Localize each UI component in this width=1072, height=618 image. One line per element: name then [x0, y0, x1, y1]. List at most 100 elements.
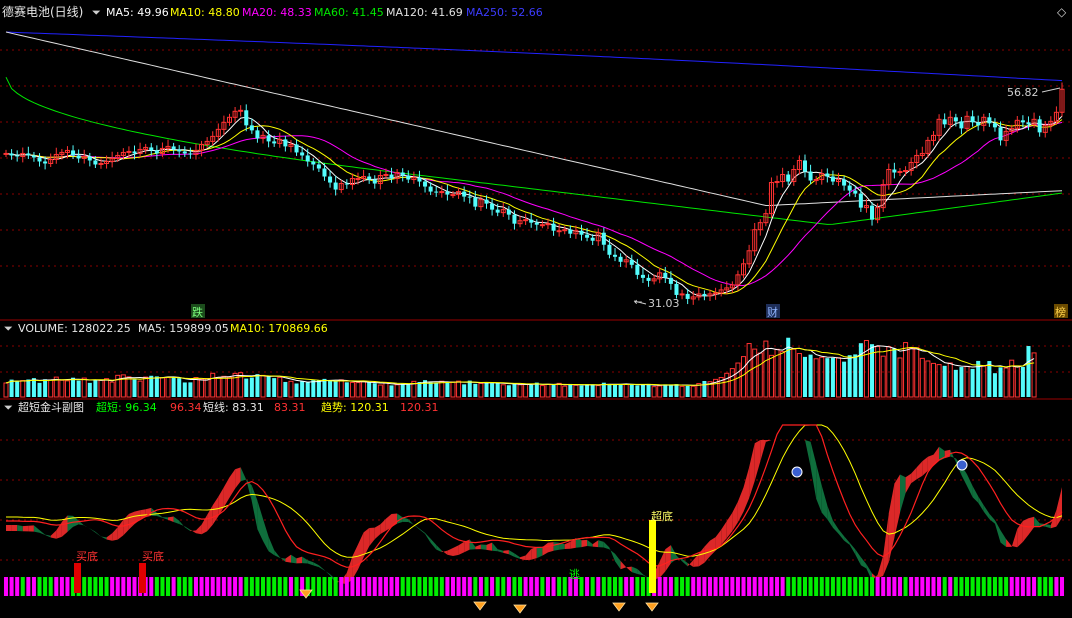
volume-bar — [232, 372, 238, 398]
volume-bar — [970, 368, 975, 397]
state-bar — [1037, 577, 1042, 596]
candle-body — [462, 191, 467, 197]
volume-bar — [880, 355, 886, 398]
state-bar — [266, 577, 271, 596]
indicator-band — [480, 544, 487, 550]
state-bar — [132, 577, 137, 596]
candle-body — [556, 230, 562, 233]
state-bar — [613, 577, 618, 596]
indicator-band — [849, 542, 856, 555]
super-short-legend: 超短: 96.34 — [96, 400, 157, 414]
volume-bar — [635, 385, 640, 397]
volume-bar — [506, 385, 511, 397]
state-bar — [322, 577, 327, 596]
low-price-label: 31.03 — [648, 297, 680, 310]
stock-chart-window[interactable]: 德赛电池(日线) ⏷ MA5: 49.96 MA10: 48.80 MA20: … — [0, 0, 1072, 614]
chevron-down-icon[interactable]: ⏷ — [92, 6, 101, 19]
state-bar — [909, 577, 914, 596]
indicator-band — [508, 550, 515, 557]
state-bar — [685, 577, 690, 596]
candle-body — [870, 205, 875, 220]
candle-body — [635, 264, 640, 275]
state-bar — [836, 577, 841, 596]
state-bar — [406, 577, 411, 596]
indicator-band — [637, 569, 643, 576]
volume-bar — [439, 380, 445, 398]
indicator-band — [106, 533, 113, 541]
state-bar — [830, 577, 835, 596]
volume-bar — [171, 376, 176, 397]
volume-bar — [48, 379, 54, 398]
candle-body — [255, 130, 260, 139]
indicator-band — [128, 511, 135, 530]
volume-bar — [137, 380, 143, 398]
state-bar — [182, 577, 187, 596]
indicator-band — [11, 525, 18, 531]
volume-bar — [394, 384, 400, 398]
state-bar — [752, 577, 757, 596]
state-bar — [395, 577, 400, 596]
indicator-band — [447, 548, 453, 556]
state-bar — [1020, 577, 1025, 596]
state-bar — [450, 577, 455, 596]
volume-bar — [3, 382, 9, 398]
indicator-band — [45, 534, 51, 538]
state-bar — [596, 577, 601, 596]
state-bar — [937, 577, 942, 596]
short-value2: 83.31 — [274, 401, 306, 414]
state-bar — [255, 577, 260, 596]
volume-bar — [835, 357, 842, 398]
state-bar — [931, 577, 936, 596]
chevron-down-icon[interactable]: ⏷ — [4, 322, 13, 335]
diamond-icon[interactable]: ◇ — [1057, 5, 1067, 19]
volume-bar — [729, 368, 735, 398]
volume-bar — [221, 375, 227, 398]
state-bar — [98, 577, 103, 596]
volume-bar — [188, 382, 193, 397]
state-bar — [719, 577, 724, 596]
state-bar — [585, 577, 590, 596]
state-bar — [221, 577, 226, 596]
volume-bar — [389, 385, 394, 397]
state-bar — [998, 577, 1003, 596]
trend-value2: 120.31 — [400, 401, 439, 414]
state-bar — [43, 577, 48, 596]
state-bar — [607, 577, 612, 596]
volume-bar — [462, 384, 467, 397]
candle-body — [529, 219, 534, 223]
buy-signal-column — [139, 563, 146, 593]
volume-bar — [244, 378, 249, 397]
ma10-legend: MA10: 48.80 — [170, 6, 240, 19]
candle-body — [249, 125, 254, 131]
volume-bar — [936, 364, 942, 398]
state-bar — [747, 577, 752, 596]
volume-bar — [568, 383, 573, 397]
chevron-down-icon[interactable]: ⏷ — [4, 401, 13, 414]
volume-bar — [109, 381, 115, 398]
candle-body — [618, 256, 623, 262]
volume-bar — [808, 354, 813, 397]
super-bottom-column — [649, 520, 656, 593]
indicator-band — [352, 544, 358, 580]
indicator-band — [475, 544, 481, 550]
volume-bar — [892, 348, 897, 397]
volume-bar — [702, 380, 707, 397]
indicator-band — [453, 545, 459, 556]
state-bar — [657, 577, 662, 596]
event-marker-3[interactable]: 榜 — [1055, 305, 1066, 319]
state-bar — [423, 577, 428, 596]
candle-body — [9, 153, 14, 156]
state-bar — [238, 577, 243, 596]
event-marker-1[interactable]: 跌 — [192, 305, 203, 319]
indicator-band — [737, 487, 744, 523]
indicator-drawing — [3, 424, 1065, 614]
state-bar — [126, 577, 131, 596]
indicator-band — [877, 555, 884, 579]
event-marker-2[interactable]: 财 — [767, 305, 778, 319]
chart-canvas[interactable]: 德赛电池(日线) ⏷ MA5: 49.96 MA10: 48.80 MA20: … — [0, 0, 1072, 614]
indicator-band — [89, 528, 96, 533]
indicator-band — [710, 537, 716, 557]
indicator-band — [911, 467, 917, 484]
indicator-band — [542, 542, 548, 556]
state-bar — [702, 577, 707, 596]
